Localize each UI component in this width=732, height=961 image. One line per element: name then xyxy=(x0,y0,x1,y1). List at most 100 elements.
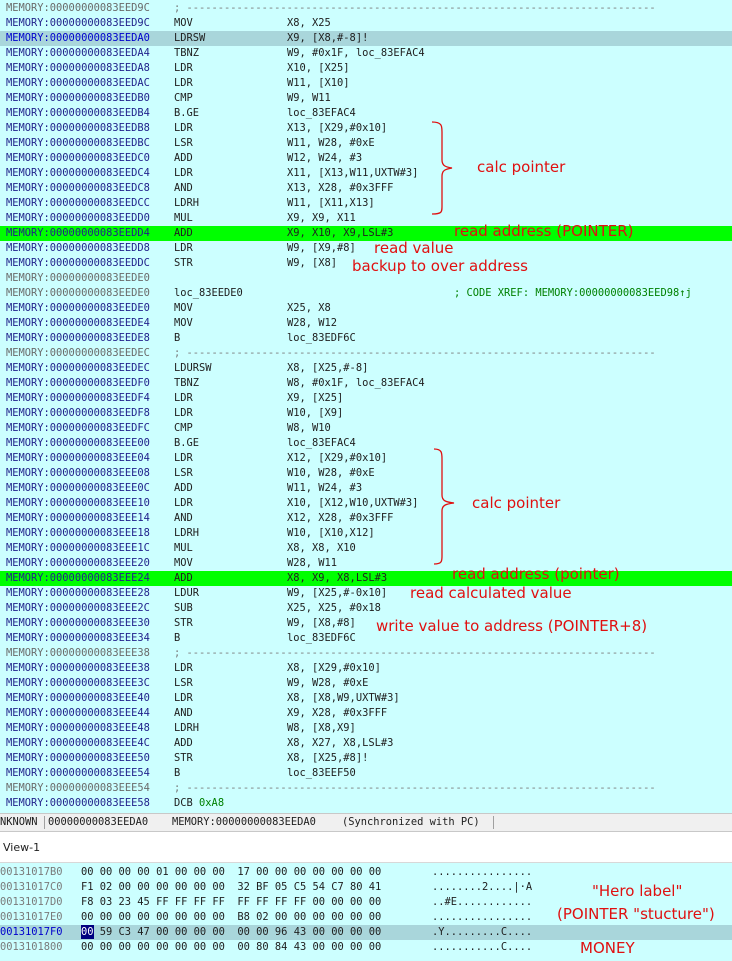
disasm-row[interactable]: MEMORY:00000000083EEE20 MOV W28, W11 xyxy=(0,556,732,571)
disasm-row[interactable]: MEMORY:00000000083EEDAC LDR W11, [X10] xyxy=(0,76,732,91)
instruction-operands[interactable]: X10, [X12,W10,UXTW#3] xyxy=(287,496,418,511)
disasm-row[interactable]: MEMORY:00000000083EEE1C MUL X8, X8, X10 xyxy=(0,541,732,556)
disasm-address[interactable]: MEMORY:00000000083EEDE4 xyxy=(6,316,150,331)
instruction-operands[interactable]: loc_83EFAC4 xyxy=(287,436,356,451)
disasm-address[interactable]: MEMORY:00000000083EEE48 xyxy=(6,721,150,736)
disasm-address[interactable]: MEMORY:00000000083EEE50 xyxy=(6,751,150,766)
hex-cursor-byte[interactable]: 00 xyxy=(81,925,94,939)
instruction-operands[interactable]: W9, [X25,#-0x10] xyxy=(287,586,387,601)
disasm-row[interactable]: MEMORY:00000000083EEDE0 MOV X25, X8 xyxy=(0,301,732,316)
instruction-operands[interactable]: W8, #0x1F, loc_83EFAC4 xyxy=(287,376,425,391)
disasm-address[interactable]: MEMORY:00000000083EEDF8 xyxy=(6,406,150,421)
disasm-row[interactable]: MEMORY:00000000083EEE40 LDR X8, [X8,W9,UXT… xyxy=(0,691,732,706)
disasm-address[interactable]: MEMORY:00000000083EEDF0 xyxy=(6,376,150,391)
instruction-operands[interactable]: W9, W11 xyxy=(287,91,331,106)
hex-address[interactable]: 00131017B0 xyxy=(0,865,63,880)
disasm-address[interactable]: MEMORY:00000000083EED9C xyxy=(6,16,150,31)
code-label[interactable]: loc_83EEDE0 xyxy=(174,286,243,301)
instruction-operands[interactable]: X10, [X25] xyxy=(287,61,350,76)
disasm-address[interactable]: MEMORY:00000000083EEE30 xyxy=(6,616,150,631)
disasm-row[interactable]: MEMORY:00000000083EEDD8 LDR W9, [X9,#8] xyxy=(0,241,732,256)
instruction-operands[interactable]: X8, X9, X8,LSL#3 xyxy=(287,571,387,586)
disasm-row[interactable]: MEMORY:00000000083EEDCC LDRH W11, [X11,X13… xyxy=(0,196,732,211)
disasm-row[interactable]: MEMORY:00000000083EEDE4 MOV W28, W12 xyxy=(0,316,732,331)
disasm-address[interactable]: MEMORY:00000000083EEE10 xyxy=(6,496,150,511)
hex-bytes[interactable]: 00 00 00 00 00 00 00 00 00 80 84 43 00 0… xyxy=(81,940,381,955)
instruction-operands[interactable]: W28, W12 xyxy=(287,316,337,331)
instruction-operands[interactable]: W28, W11 xyxy=(287,556,337,571)
instruction-operands[interactable]: X13, [X29,#0x10] xyxy=(287,121,387,136)
disasm-address[interactable]: MEMORY:00000000083EEE28 xyxy=(6,586,150,601)
instruction-operands[interactable]: W11, W24, #3 xyxy=(287,481,362,496)
disasm-address[interactable]: MEMORY:00000000083EEE38 xyxy=(6,646,150,661)
disasm-row[interactable]: MEMORY:00000000083EEDEC ; ---------------… xyxy=(0,346,732,361)
disasm-address[interactable]: MEMORY:00000000083EEE00 xyxy=(6,436,150,451)
hex-address[interactable]: 00131017D0 xyxy=(0,895,63,910)
disasm-address[interactable]: MEMORY:00000000083EEDA4 xyxy=(6,46,150,61)
disasm-row[interactable]: MEMORY:00000000083EEDF4 LDR X9, [X25] xyxy=(0,391,732,406)
instruction-operands[interactable]: X8, [X8,W9,UXTW#3] xyxy=(287,691,400,706)
hex-row[interactable]: 00131017F0 00 59 C3 47 00 00 00 00 00 00 … xyxy=(0,925,732,940)
disasm-row[interactable]: MEMORY:00000000083EEDE8 Bloc_83EDF6C xyxy=(0,331,732,346)
disasm-address[interactable]: MEMORY:00000000083EEE38 xyxy=(6,661,150,676)
instruction-operands[interactable]: loc_83EDF6C xyxy=(287,631,356,646)
disassembly-view[interactable]: MEMORY:00000000083EED9C ; ---------------… xyxy=(0,0,732,813)
disasm-address[interactable]: MEMORY:00000000083EEDE0 xyxy=(6,301,150,316)
disasm-row[interactable]: MEMORY:00000000083EEDE0 loc_83EEDE0 ; CODE… xyxy=(0,286,732,301)
disasm-address[interactable]: MEMORY:00000000083EEE08 xyxy=(6,466,150,481)
hex-address[interactable]: 00131017F0 xyxy=(0,925,63,940)
disasm-address[interactable]: MEMORY:00000000083EEE0C xyxy=(6,481,150,496)
instruction-operands[interactable]: W10, W28, #0xE xyxy=(287,466,375,481)
instruction-operands[interactable]: X25, X25, #0x18 xyxy=(287,601,381,616)
disasm-address[interactable]: MEMORY:00000000083EEDEC xyxy=(6,346,150,361)
hex-ascii[interactable]: ................ xyxy=(432,865,532,880)
instruction-operands[interactable]: X25, X8 xyxy=(287,301,331,316)
instruction-operands[interactable]: loc_83EDF6C xyxy=(287,331,356,346)
disasm-address[interactable]: MEMORY:00000000083EEE18 xyxy=(6,526,150,541)
hex-ascii[interactable]: ...........C.... xyxy=(432,940,532,955)
instruction-operands[interactable]: X9, [X25] xyxy=(287,391,343,406)
disasm-row[interactable]: MEMORY:00000000083EEE0C ADD W11, W24, #3 xyxy=(0,481,732,496)
disasm-row[interactable]: MEMORY:00000000083EEDA8 LDR X10, [X25] xyxy=(0,61,732,76)
disasm-address[interactable]: MEMORY:00000000083EEDAC xyxy=(6,76,150,91)
disasm-address[interactable]: MEMORY:00000000083EEDB4 xyxy=(6,106,150,121)
disasm-address[interactable]: MEMORY:00000000083EEDCC xyxy=(6,196,150,211)
disasm-row[interactable]: MEMORY:00000000083EEE54 ; ---------------… xyxy=(0,781,732,796)
disasm-address[interactable]: MEMORY:00000000083EEDD0 xyxy=(6,211,150,226)
instruction-operands[interactable]: X13, X28, #0x3FFF xyxy=(287,181,393,196)
instruction-operands[interactable]: X9, X28, #0x3FFF xyxy=(287,706,387,721)
hex-bytes[interactable]: 00 00 00 00 01 00 00 00 17 00 00 00 00 0… xyxy=(81,865,381,880)
disasm-row[interactable]: MEMORY:00000000083EEE24 ADD X8, X9, X8,LSL… xyxy=(0,571,732,586)
instruction-operands[interactable]: W12, W24, #3 xyxy=(287,151,362,166)
instruction-operands[interactable]: loc_83EEF50 xyxy=(287,766,356,781)
disasm-address[interactable]: MEMORY:00000000083EEE44 xyxy=(6,706,150,721)
instruction-operands[interactable]: W11, [X11,X13] xyxy=(287,196,375,211)
instruction-operands[interactable]: W9, W28, #0xE xyxy=(287,676,368,691)
disasm-address[interactable]: MEMORY:00000000083EEDDC xyxy=(6,256,150,271)
disasm-row[interactable]: MEMORY:00000000083EEE2C SUB X25, X25, #0x1… xyxy=(0,601,732,616)
disasm-address[interactable]: MEMORY:00000000083EEDE8 xyxy=(6,331,150,346)
hex-view-tab[interactable]: View-1 xyxy=(0,832,732,863)
disasm-address[interactable]: MEMORY:00000000083EEE34 xyxy=(6,631,150,646)
disasm-address[interactable]: MEMORY:00000000083EEE04 xyxy=(6,451,150,466)
disasm-row[interactable]: MEMORY:00000000083EED9C ; ---------------… xyxy=(0,1,732,16)
hex-ascii[interactable]: ........2....|·A xyxy=(432,880,532,895)
disasm-row[interactable]: MEMORY:00000000083EEE28 LDUR W9, [X25,#-0x… xyxy=(0,586,732,601)
instruction-operands[interactable]: W11, [X10] xyxy=(287,76,350,91)
disasm-address[interactable]: MEMORY:00000000083EEDC8 xyxy=(6,181,150,196)
instruction-operands[interactable]: X8, [X29,#0x10] xyxy=(287,661,381,676)
disasm-address[interactable]: MEMORY:00000000083EEE4C xyxy=(6,736,150,751)
disasm-row[interactable]: MEMORY:00000000083EEE3C LSR W9, W28, #0xE xyxy=(0,676,732,691)
disasm-address[interactable]: MEMORY:00000000083EEDE0 xyxy=(6,271,150,286)
instruction-operands[interactable]: X9, [X8,#-8]! xyxy=(287,31,368,46)
disasm-row[interactable]: MEMORY:00000000083EEE10 LDR X10, [X12,W10,… xyxy=(0,496,732,511)
instruction-operands[interactable]: W9, [X8] xyxy=(287,256,337,271)
hex-ascii[interactable]: ..#E............ xyxy=(432,895,532,910)
disasm-address[interactable]: MEMORY:00000000083EEDB8 xyxy=(6,121,150,136)
disasm-row[interactable]: MEMORY:00000000083EEE04 LDR X12, [X29,#0x1… xyxy=(0,451,732,466)
disasm-address[interactable]: MEMORY:00000000083EED9C xyxy=(6,1,150,16)
hex-ascii[interactable]: ................ xyxy=(432,910,532,925)
instruction-operands[interactable]: X8, [X25,#-8] xyxy=(287,361,368,376)
instruction-operands[interactable]: W9, [X9,#8] xyxy=(287,241,356,256)
disasm-row[interactable]: MEMORY:00000000083EEDB0 CMP W9, W11 xyxy=(0,91,732,106)
